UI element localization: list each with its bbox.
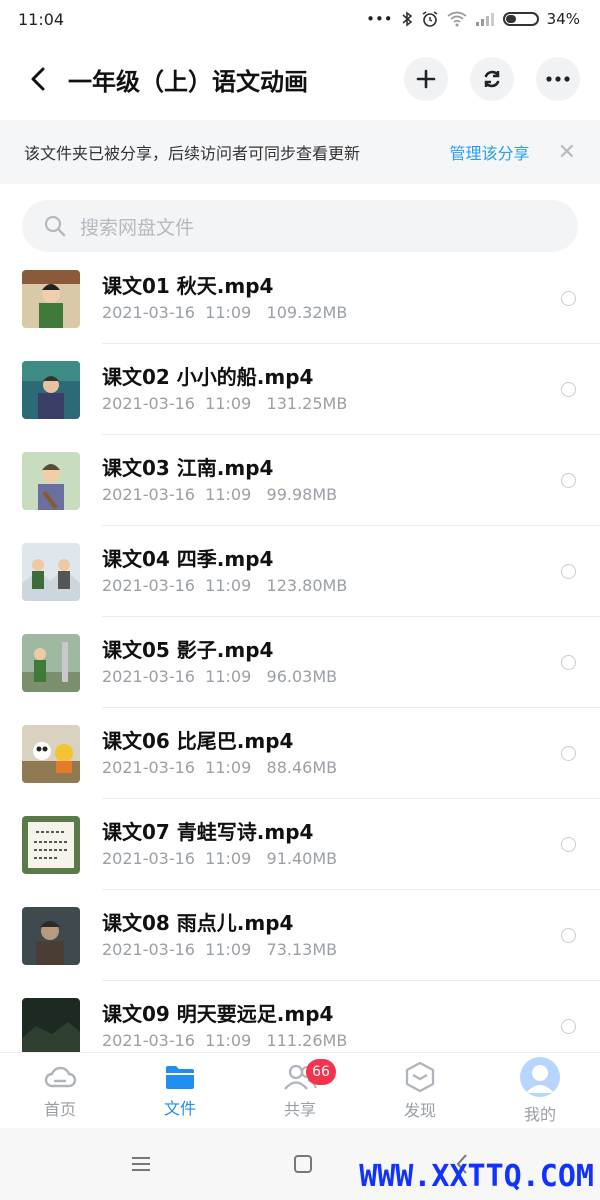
chevron-left-icon bbox=[31, 67, 45, 91]
plus-icon bbox=[416, 69, 436, 89]
tab-home[interactable]: 首页 bbox=[0, 1053, 120, 1128]
refresh-icon bbox=[484, 70, 500, 88]
file-name: 课文08 雨点儿.mp4 bbox=[102, 910, 294, 935]
wifi-icon bbox=[447, 11, 467, 27]
home-square-icon[interactable] bbox=[293, 1154, 313, 1174]
file-meta: 2021-03-16 11:09 99.98MB bbox=[102, 484, 338, 504]
avatar-icon bbox=[520, 1056, 560, 1097]
video-thumbnail bbox=[22, 906, 80, 965]
file-name: 课文02 小小的船.mp4 bbox=[102, 364, 314, 389]
select-checkbox[interactable] bbox=[561, 837, 576, 852]
alarm-icon bbox=[422, 11, 438, 27]
battery-percent: 34% bbox=[546, 10, 580, 28]
add-button[interactable] bbox=[404, 57, 448, 101]
list-item[interactable]: 课文09 明天要远足.mp4 2021-03-16 11:09 111.26MB bbox=[0, 981, 600, 1053]
page-title: 一年级（上）语文动画 bbox=[68, 67, 308, 96]
more-icon bbox=[546, 76, 570, 82]
tab-share[interactable]: 共享 66 bbox=[240, 1053, 360, 1128]
file-meta: 2021-03-16 11:09 109.32MB bbox=[102, 302, 348, 322]
folder-icon bbox=[166, 1065, 194, 1089]
more-notifications-icon: ••• bbox=[366, 10, 393, 28]
select-checkbox[interactable] bbox=[561, 746, 576, 761]
file-list: 课文01 秋天.mp4 2021-03-16 11:09 109.32MB 课文… bbox=[0, 253, 600, 1053]
manage-share-link[interactable]: 管理该分享 bbox=[450, 140, 530, 164]
tab-me[interactable]: 我的 bbox=[480, 1053, 600, 1128]
file-name: 课文06 比尾巴.mp4 bbox=[102, 728, 294, 753]
status-time: 11:04 bbox=[18, 9, 65, 29]
tab-label: 我的 bbox=[523, 1104, 556, 1124]
list-item[interactable]: 课文04 四季.mp4 2021-03-16 11:09 123.80MB bbox=[0, 526, 600, 617]
cloud-icon bbox=[44, 1066, 77, 1087]
status-icons: ••• 34% bbox=[366, 10, 580, 28]
list-item[interactable]: 课文03 江南.mp4 2021-03-16 11:09 99.98MB bbox=[0, 435, 600, 526]
select-checkbox[interactable] bbox=[561, 564, 576, 579]
list-item[interactable]: 课文06 比尾巴.mp4 2021-03-16 11:09 88.46MB bbox=[0, 708, 600, 799]
video-thumbnail bbox=[22, 360, 80, 419]
file-name: 课文05 影子.mp4 bbox=[102, 637, 274, 662]
video-thumbnail bbox=[22, 997, 80, 1053]
select-checkbox[interactable] bbox=[561, 928, 576, 943]
list-item[interactable]: 课文01 秋天.mp4 2021-03-16 11:09 109.32MB bbox=[0, 253, 600, 344]
list-item[interactable]: 课文08 雨点儿.mp4 2021-03-16 11:09 73.13MB bbox=[0, 890, 600, 981]
file-meta: 2021-03-16 11:09 123.80MB bbox=[102, 575, 348, 595]
video-thumbnail bbox=[22, 542, 80, 601]
more-button[interactable] bbox=[536, 57, 580, 101]
select-checkbox[interactable] bbox=[561, 473, 576, 488]
signal-icon bbox=[475, 13, 494, 26]
tab-files[interactable]: 文件 bbox=[120, 1053, 240, 1128]
tab-label: 共享 bbox=[283, 1099, 316, 1119]
video-thumbnail bbox=[22, 724, 80, 783]
sync-button[interactable] bbox=[470, 57, 514, 101]
list-item[interactable]: 课文02 小小的船.mp4 2021-03-16 11:09 131.25MB bbox=[0, 344, 600, 435]
select-checkbox[interactable] bbox=[561, 1019, 576, 1034]
file-name: 课文03 江南.mp4 bbox=[102, 455, 274, 480]
header: 一年级（上）语文动画 bbox=[0, 42, 600, 116]
video-thumbnail bbox=[22, 451, 80, 510]
share-banner-text: 该文件夹已被分享，后续访问者可同步查看更新 bbox=[24, 144, 361, 163]
select-checkbox[interactable] bbox=[561, 382, 576, 397]
select-checkbox[interactable] bbox=[561, 291, 576, 306]
tab-label: 文件 bbox=[163, 1098, 196, 1118]
tab-label: 首页 bbox=[43, 1099, 76, 1119]
close-banner-button[interactable]: ✕ bbox=[558, 140, 576, 165]
file-meta: 2021-03-16 11:09 73.13MB bbox=[102, 939, 338, 959]
file-meta: 2021-03-16 11:09 88.46MB bbox=[102, 757, 338, 777]
video-thumbnail bbox=[22, 815, 80, 874]
file-name: 课文01 秋天.mp4 bbox=[102, 273, 274, 298]
back-button[interactable] bbox=[20, 59, 56, 99]
list-item[interactable]: 课文05 影子.mp4 2021-03-16 11:09 96.03MB bbox=[0, 617, 600, 708]
battery-icon bbox=[502, 12, 539, 26]
file-meta: 2021-03-16 11:09 131.25MB bbox=[102, 393, 348, 413]
video-thumbnail bbox=[22, 269, 80, 328]
file-meta: 2021-03-16 11:09 96.03MB bbox=[102, 666, 338, 686]
search-input[interactable]: 搜索网盘文件 bbox=[22, 200, 578, 252]
notification-badge: 66 bbox=[306, 1059, 336, 1085]
select-checkbox[interactable] bbox=[561, 655, 576, 670]
search-icon bbox=[44, 215, 66, 237]
menu-icon[interactable] bbox=[131, 1155, 151, 1173]
watermark-text: WWW.XXTTQ.COM bbox=[359, 1159, 594, 1194]
share-banner: 该文件夹已被分享，后续访问者可同步查看更新 管理该分享 ✕ bbox=[0, 120, 600, 184]
file-meta: 2021-03-16 11:09 111.26MB bbox=[102, 1030, 348, 1050]
file-name: 课文09 明天要远足.mp4 bbox=[102, 1001, 334, 1026]
list-item[interactable]: 课文07 青蛙写诗.mp4 2021-03-16 11:09 91.40MB bbox=[0, 799, 600, 890]
search-placeholder: 搜索网盘文件 bbox=[80, 216, 195, 239]
file-name: 课文04 四季.mp4 bbox=[102, 546, 274, 571]
file-name: 课文07 青蛙写诗.mp4 bbox=[102, 819, 314, 844]
file-meta: 2021-03-16 11:09 91.40MB bbox=[102, 848, 338, 868]
video-thumbnail bbox=[22, 633, 80, 692]
bluetooth-icon bbox=[402, 11, 412, 27]
cube-icon bbox=[405, 1061, 435, 1092]
tab-discover[interactable]: 发现 bbox=[360, 1053, 480, 1128]
bottom-tab-bar: 首页 文件 共享 66 发现 我的 bbox=[0, 1052, 600, 1128]
tab-label: 发现 bbox=[403, 1100, 436, 1120]
status-bar: 11:04 ••• 34% bbox=[0, 0, 600, 38]
